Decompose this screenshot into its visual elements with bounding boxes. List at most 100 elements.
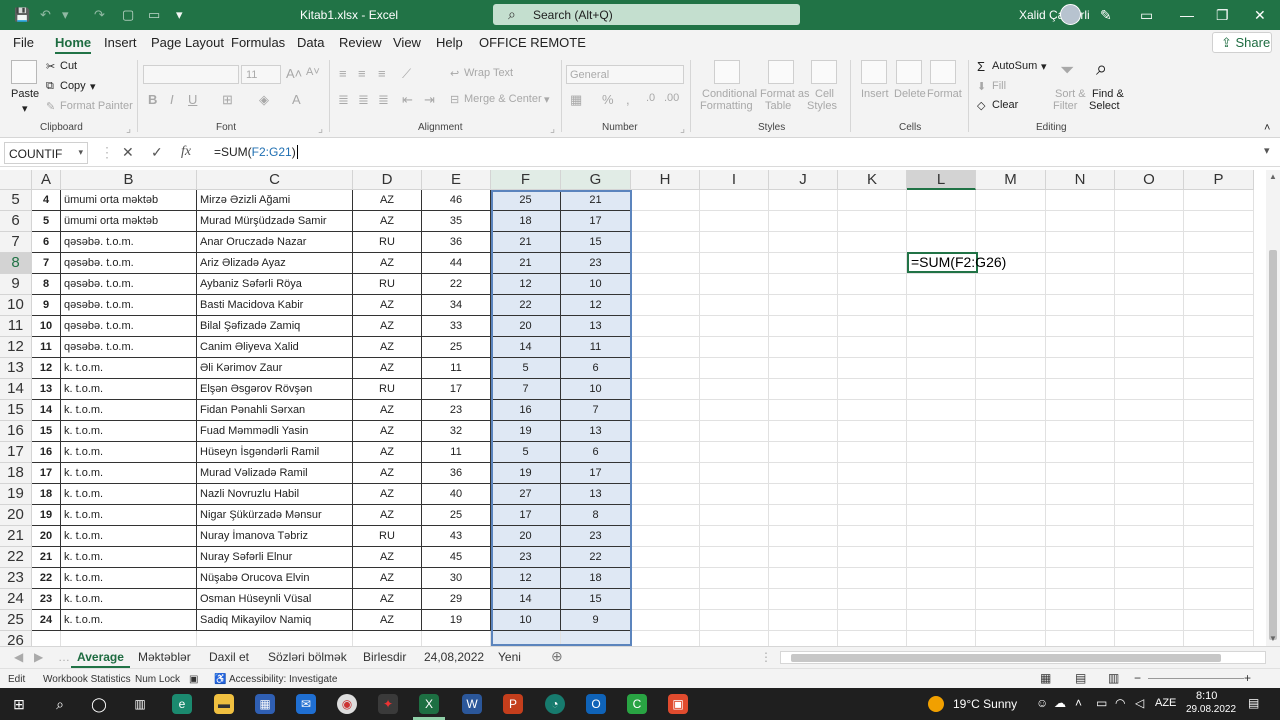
cell-c[interactable]: Əli Kərimov Zaur (197, 358, 353, 379)
column-header-m[interactable]: M (976, 170, 1046, 190)
mail-icon[interactable]: ✉ (296, 694, 316, 714)
clipboard-launcher-icon[interactable]: ⌟ (126, 122, 131, 135)
cell-d[interactable]: AZ (353, 358, 422, 379)
close-icon[interactable]: ✕ (1254, 7, 1266, 24)
cell-d[interactable]: AZ (353, 253, 422, 274)
tab-review[interactable]: Review (339, 35, 382, 50)
cut-button[interactable]: Cut (60, 60, 77, 72)
column-header-p[interactable]: P (1184, 170, 1254, 190)
autosum-dropdown-icon[interactable]: ▾ (1041, 60, 1047, 73)
sort-filter-button-line2[interactable]: Filter (1053, 100, 1077, 112)
cell-empty[interactable] (769, 211, 838, 232)
cell-empty[interactable] (976, 547, 1046, 568)
cell-empty[interactable] (700, 274, 769, 295)
cell-b[interactable]: k. t.o.m. (61, 421, 197, 442)
cell-e[interactable]: 40 (422, 484, 491, 505)
cell-empty[interactable] (976, 610, 1046, 631)
cell-a[interactable]: 22 (32, 568, 61, 589)
cell-empty[interactable] (769, 631, 838, 646)
cell-empty[interactable] (838, 400, 907, 421)
cell-empty[interactable] (631, 610, 700, 631)
row-header[interactable]: 7 (0, 232, 32, 253)
column-header-l[interactable]: L (907, 170, 976, 190)
cell-empty[interactable] (907, 505, 976, 526)
align-right-icon[interactable]: ≣ (378, 92, 389, 108)
cell-d[interactable]: AZ (353, 589, 422, 610)
align-bottom-icon[interactable]: ≡ (378, 66, 386, 81)
cell-a[interactable]: 11 (32, 337, 61, 358)
browser-icon[interactable]: ◔ (545, 694, 565, 714)
cell-empty[interactable] (769, 400, 838, 421)
cell-e[interactable]: 35 (422, 211, 491, 232)
align-center-icon[interactable]: ≣ (358, 92, 369, 108)
row-header[interactable]: 17 (0, 442, 32, 463)
word-icon[interactable]: W (462, 694, 482, 714)
cell-c[interactable]: Osman Hüseynli Vüsal (197, 589, 353, 610)
cell-d[interactable]: RU (353, 232, 422, 253)
zoom-out-icon[interactable]: − (1134, 671, 1141, 685)
cell-empty[interactable] (1115, 379, 1184, 400)
sheet-tab-24-08-2022[interactable]: 24,08,2022 (424, 650, 484, 664)
cell-empty[interactable] (838, 316, 907, 337)
expand-formula-bar-icon[interactable]: ▾ (1264, 144, 1270, 157)
cell-empty[interactable] (700, 547, 769, 568)
row-header[interactable]: 9 (0, 274, 32, 295)
cell-c[interactable]: Fidan Pənahli Sərxan (197, 400, 353, 421)
cell-empty[interactable] (700, 211, 769, 232)
cell-empty[interactable] (1115, 589, 1184, 610)
notifications-icon[interactable]: ▤ (1248, 696, 1259, 710)
cell-empty[interactable] (907, 274, 976, 295)
wrap-text-button[interactable]: Wrap Text (464, 67, 513, 79)
row-header[interactable]: 16 (0, 421, 32, 442)
cell-empty[interactable] (700, 442, 769, 463)
tab-file[interactable]: File (13, 35, 34, 50)
page-break-view-icon[interactable]: ▥ (1108, 671, 1119, 685)
cell-d[interactable]: AZ (353, 505, 422, 526)
cell-f[interactable]: 18 (491, 211, 561, 232)
cell-empty[interactable] (907, 589, 976, 610)
cell-empty[interactable] (1184, 631, 1254, 646)
cell-empty[interactable] (700, 190, 769, 211)
row-header[interactable]: 24 (0, 589, 32, 610)
cell-empty[interactable] (769, 484, 838, 505)
find-select-button-line2[interactable]: Select (1089, 100, 1120, 112)
cell-empty[interactable] (769, 526, 838, 547)
excel-taskbar-icon[interactable]: X (419, 694, 439, 714)
increase-decimal-icon[interactable]: .0 (646, 92, 655, 104)
cell-empty[interactable] (1046, 295, 1115, 316)
number-launcher-icon[interactable]: ⌟ (680, 122, 685, 135)
cell-empty[interactable] (1046, 442, 1115, 463)
row-header[interactable]: 21 (0, 526, 32, 547)
customize-toolbar-icon[interactable]: ▾ (176, 7, 183, 23)
cell-f[interactable]: 5 (491, 358, 561, 379)
macro-record-icon[interactable]: ▣ (189, 674, 198, 685)
cell-f[interactable]: 7 (491, 379, 561, 400)
cell-d[interactable]: AZ (353, 421, 422, 442)
volume-icon[interactable]: ◁ (1135, 696, 1144, 710)
row-header[interactable]: 10 (0, 295, 32, 316)
row-header[interactable]: 6 (0, 211, 32, 232)
cell-empty[interactable] (907, 379, 976, 400)
cell-empty[interactable] (631, 190, 700, 211)
cell-g[interactable]: 23 (561, 526, 631, 547)
outlook-icon[interactable]: O (586, 694, 606, 714)
cell-empty[interactable] (1184, 463, 1254, 484)
cell-empty[interactable] (838, 463, 907, 484)
workbook-statistics[interactable]: Workbook Statistics (43, 674, 131, 685)
cell-f[interactable]: 5 (491, 442, 561, 463)
cell-d[interactable]: AZ (353, 295, 422, 316)
cell-empty[interactable] (1046, 505, 1115, 526)
cell-empty[interactable] (1184, 295, 1254, 316)
cell-b[interactable]: k. t.o.m. (61, 484, 197, 505)
cell-empty[interactable] (631, 400, 700, 421)
pdf-icon[interactable]: ✦ (378, 694, 398, 714)
cell-empty[interactable] (838, 442, 907, 463)
windows-start-icon[interactable]: ⊞ (9, 694, 29, 714)
cell-empty[interactable] (700, 505, 769, 526)
cell-empty[interactable] (631, 337, 700, 358)
column-header-f[interactable]: F (491, 170, 561, 190)
cell-styles-button[interactable]: Cell (815, 88, 834, 100)
cell-empty[interactable] (700, 568, 769, 589)
cell-b[interactable]: k. t.o.m. (61, 547, 197, 568)
format-as-table-button[interactable]: Format as (760, 88, 810, 100)
